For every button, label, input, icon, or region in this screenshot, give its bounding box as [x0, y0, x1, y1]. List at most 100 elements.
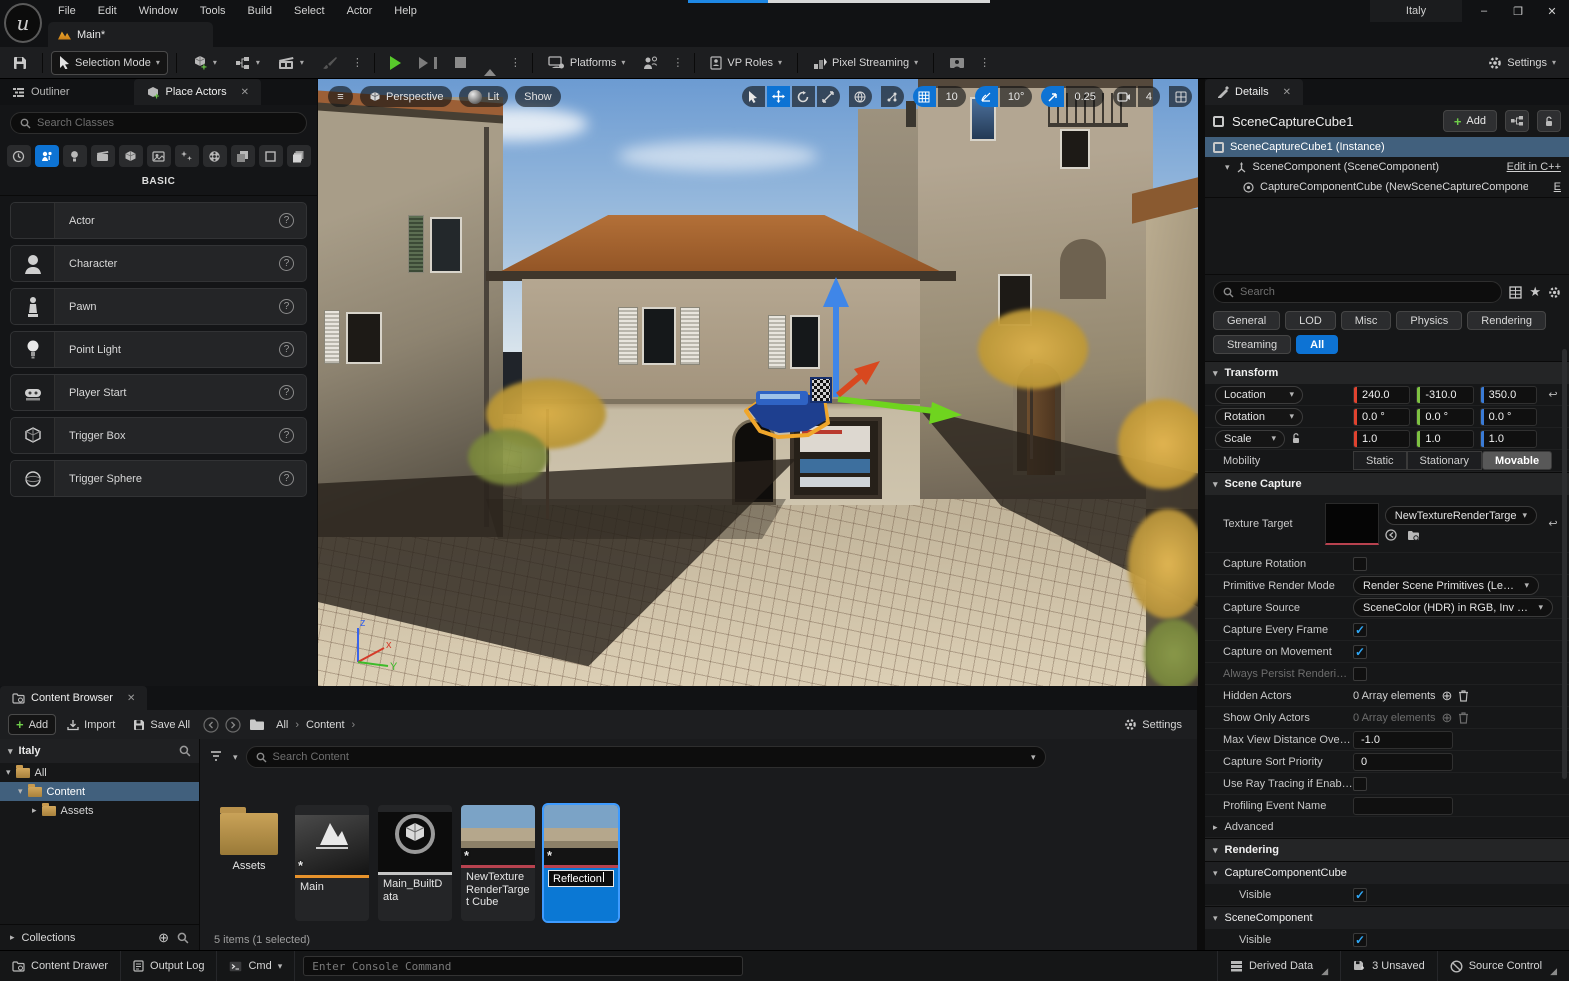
search-classes-input[interactable]: [37, 117, 297, 129]
filter-tab-general[interactable]: General: [1213, 311, 1280, 330]
favorites-star-icon[interactable]: ★: [1529, 284, 1541, 300]
mobility-movable[interactable]: Movable: [1482, 451, 1552, 470]
camera-speed-icon[interactable]: [1113, 86, 1136, 107]
cb-save-all-button[interactable]: Save All: [126, 714, 197, 735]
texture-target-thumbnail[interactable]: [1325, 503, 1379, 545]
edit-in-cpp-link-truncated[interactable]: E: [1554, 181, 1561, 193]
platforms-dropdown[interactable]: Platforms ▾: [541, 51, 632, 75]
menu-file[interactable]: File: [48, 2, 86, 20]
category-lights-icon[interactable]: [63, 145, 87, 167]
scale-tool[interactable]: [817, 86, 840, 107]
surface-snapping-toggle[interactable]: [881, 86, 904, 107]
add-component-button[interactable]: + Add: [1443, 110, 1497, 132]
vp-roles-dropdown[interactable]: VP Roles ▾: [703, 51, 789, 75]
category-effects-icon[interactable]: [175, 145, 199, 167]
category-cinematic-icon[interactable]: [91, 145, 115, 167]
category-shapes-icon[interactable]: [119, 145, 143, 167]
tree-item-all[interactable]: ▾ All: [0, 763, 199, 782]
multi-user-dots[interactable]: ⋮: [669, 56, 686, 69]
expander-icon[interactable]: ▸: [10, 932, 15, 943]
forward-icon[interactable]: [225, 717, 241, 733]
tab-outliner[interactable]: Outliner: [0, 79, 82, 105]
trash-icon[interactable]: [1458, 712, 1469, 724]
place-actor-item-point-light[interactable]: Point Light ?: [10, 331, 307, 368]
capture-component-visible-checkbox[interactable]: ✓: [1353, 888, 1367, 902]
primitive-render-mode-dropdown[interactable]: Render Scene Primitives (Legacy)▾: [1353, 576, 1539, 595]
asset-item-assets-folder[interactable]: Assets: [212, 805, 286, 876]
close-icon[interactable]: ✕: [241, 87, 249, 98]
breadcrumb-content[interactable]: Content: [303, 719, 348, 731]
section-capture-component-cube[interactable]: ▾CaptureComponentCube: [1205, 861, 1569, 884]
tab-place-actors[interactable]: + Place Actors ✕: [134, 79, 262, 105]
category-recent-icon[interactable]: [7, 145, 31, 167]
capture-on-movement-checkbox[interactable]: ✓: [1353, 645, 1367, 659]
scale-lock-icon[interactable]: [1291, 433, 1301, 444]
place-actor-item-pawn[interactable]: Pawn ?: [10, 288, 307, 325]
location-z-field[interactable]: 350.0: [1480, 386, 1537, 404]
location-dropdown[interactable]: Location▾: [1215, 386, 1303, 404]
category-all-classes-icon[interactable]: [287, 145, 311, 167]
details-scrollbar[interactable]: [1562, 349, 1567, 779]
rotation-snap-toggle[interactable]: [975, 86, 998, 107]
play-options-dots[interactable]: ⋮: [507, 56, 524, 69]
component-tree-capture-component[interactable]: CaptureComponentCube (NewSceneCaptureCom…: [1205, 177, 1569, 197]
blueprints-dropdown[interactable]: ▾: [228, 51, 267, 75]
camera-speed-value[interactable]: 4: [1138, 86, 1160, 107]
breadcrumb-all[interactable]: All: [273, 719, 291, 731]
output-log-button[interactable]: Output Log: [121, 951, 217, 981]
project-header[interactable]: ▾ Italy: [0, 739, 199, 763]
place-actor-item-player-start[interactable]: Player Start ?: [10, 374, 307, 411]
category-visual-icon[interactable]: [147, 145, 171, 167]
use-ray-tracing-checkbox[interactable]: [1353, 777, 1367, 791]
expander-icon[interactable]: ▸: [32, 805, 37, 816]
unsaved-button[interactable]: * 3 Unsaved: [1341, 951, 1438, 981]
minimize-button[interactable]: –: [1467, 0, 1501, 22]
category-volumes-icon[interactable]: [231, 145, 255, 167]
filter-tab-lod[interactable]: LOD: [1285, 311, 1336, 330]
rotation-x-field[interactable]: 0.0 °: [1353, 408, 1410, 426]
details-search-input[interactable]: [1240, 286, 1492, 298]
menu-help[interactable]: Help: [384, 2, 427, 20]
expander-icon[interactable]: ▾: [6, 767, 11, 778]
add-actor-dropdown[interactable]: + ▾: [185, 51, 224, 75]
place-actor-item-actor[interactable]: Actor ?: [10, 202, 307, 239]
reset-to-default-icon[interactable]: ↩: [1543, 388, 1563, 401]
always-persist-rendering-checkbox[interactable]: [1353, 667, 1367, 681]
tab-main-level[interactable]: Main*: [48, 22, 213, 47]
selection-mode-dropdown[interactable]: Selection Mode ▾: [51, 51, 168, 75]
section-scene-capture[interactable]: ▾Scene Capture: [1205, 472, 1569, 495]
section-scene-component[interactable]: ▾SceneComponent: [1205, 906, 1569, 929]
tree-item-assets[interactable]: ▸ Assets: [0, 801, 199, 820]
search-history-chevron-icon[interactable]: ▾: [1031, 752, 1036, 763]
menu-actor[interactable]: Actor: [337, 2, 383, 20]
source-control-button[interactable]: Source Control ◢: [1438, 951, 1569, 981]
save-button[interactable]: [6, 51, 34, 75]
location-y-field[interactable]: -310.0: [1416, 386, 1473, 404]
scale-snap-value[interactable]: 0.25: [1066, 86, 1103, 107]
rotate-tool[interactable]: [792, 86, 815, 107]
derived-data-button[interactable]: Derived Data ◢: [1217, 951, 1341, 981]
play-button[interactable]: [383, 51, 408, 75]
cinematics-dropdown[interactable]: ▾: [271, 51, 311, 75]
filter-tab-all[interactable]: All: [1296, 335, 1338, 354]
help-icon[interactable]: ?: [279, 299, 294, 314]
place-actor-item-character[interactable]: Character ?: [10, 245, 307, 282]
menu-tools[interactable]: Tools: [190, 2, 236, 20]
show-dropdown[interactable]: Show: [515, 86, 561, 107]
expander-icon[interactable]: ▾: [18, 786, 23, 797]
stage-monitor-button[interactable]: [942, 51, 972, 75]
edit-in-cpp-link[interactable]: Edit in C++: [1507, 161, 1561, 173]
move-tool[interactable]: [767, 86, 790, 107]
cb-add-button[interactable]: + Add: [8, 714, 56, 735]
multi-user-button[interactable]: [636, 51, 665, 75]
close-icon[interactable]: ✕: [1283, 87, 1291, 98]
rotation-dropdown[interactable]: Rotation▾: [1215, 408, 1303, 426]
section-rendering[interactable]: ▾Rendering: [1205, 838, 1569, 861]
help-icon[interactable]: ?: [279, 213, 294, 228]
viewport-options-menu[interactable]: ≡: [328, 86, 353, 107]
stop-button[interactable]: [448, 51, 473, 75]
world-local-toggle[interactable]: [849, 86, 872, 107]
cb-settings-button[interactable]: Settings: [1117, 714, 1189, 735]
reset-to-default-icon[interactable]: ↩: [1543, 517, 1563, 530]
menu-window[interactable]: Window: [129, 2, 188, 20]
